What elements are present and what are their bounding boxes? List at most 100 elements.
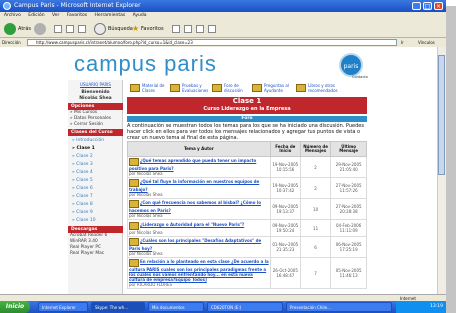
topic-link[interactable]: ¿Qué tal fluye la información en nuestro… bbox=[129, 179, 259, 192]
menu-favoritos[interactable]: Favoritos bbox=[67, 13, 87, 18]
topic-date: 26-Oct-2005 16:48:47 bbox=[269, 257, 301, 289]
preguntas-icon[interactable] bbox=[252, 84, 262, 92]
topic-last: 29-Nov-2005 21:05:40 bbox=[330, 156, 367, 178]
foro-header: Foro bbox=[127, 116, 367, 122]
menu-herramientas[interactable]: Herramientas bbox=[95, 13, 126, 18]
topic-count: 2 bbox=[299, 177, 332, 199]
table-row: ¿Qué tal fluye la información en nuestro… bbox=[127, 177, 367, 199]
material-icon[interactable] bbox=[130, 84, 140, 92]
contact-link[interactable]: Contacto bbox=[352, 75, 368, 79]
search-label[interactable]: Búsqueda bbox=[108, 25, 133, 33]
menu-edicion[interactable]: Edición bbox=[28, 13, 44, 18]
course-subtitle: Curso Liderazgo en la Empresa bbox=[203, 106, 291, 112]
col-ultimo: Último Mensaje bbox=[330, 141, 367, 157]
ie-icon bbox=[3, 2, 11, 10]
foro-icon[interactable] bbox=[212, 84, 222, 92]
history-icon[interactable] bbox=[184, 25, 192, 33]
menu-ayuda[interactable]: Ayuda bbox=[133, 13, 147, 18]
topic-link[interactable]: En relación a lo planteado en esta clase… bbox=[129, 259, 269, 282]
menu-ver[interactable]: Ver bbox=[52, 13, 59, 18]
menu-material[interactable]: Material de Clases bbox=[142, 83, 168, 93]
task-internet-explorer[interactable]: Internet Explorer bbox=[38, 302, 88, 312]
topic-author: por Nicolás Shea bbox=[129, 213, 163, 218]
topic-author: por Nicolás Shea bbox=[129, 192, 163, 197]
scrollbar-thumb[interactable] bbox=[438, 55, 445, 175]
sidebar-item-clase-8[interactable]: » Clase 8 bbox=[68, 201, 123, 209]
sidebar-item-clase-1[interactable]: » Clase 1 bbox=[68, 145, 123, 153]
links-button[interactable]: Vínculos bbox=[418, 38, 435, 47]
topic-count: 10 bbox=[299, 198, 332, 220]
start-button[interactable]: Inicio bbox=[0, 301, 30, 313]
topic-link[interactable]: ¿Liderazgo o Autoridad para el "Nuevo Pa… bbox=[140, 222, 244, 227]
topic-author: por Nicolás Shea bbox=[129, 171, 163, 176]
search-icon[interactable] bbox=[94, 23, 106, 35]
topic-icon bbox=[129, 259, 139, 267]
go-button[interactable]: Ir bbox=[401, 38, 404, 47]
sidebar-item-introduccion[interactable]: » Introducción bbox=[68, 137, 123, 145]
sidebar-item-clase-4[interactable]: » Clase 4 bbox=[68, 169, 123, 177]
topic-last: 06-Nov-2005 17:25:19 bbox=[330, 236, 367, 258]
sidebar-item-clase-3[interactable]: » Clase 3 bbox=[68, 161, 123, 169]
topic-author: por RICARDO FLORES bbox=[129, 282, 173, 287]
forum-table: Tema y Autor Fecha de Inicio Número de M… bbox=[127, 141, 367, 289]
site-logo[interactable]: campus paris bbox=[74, 51, 217, 77]
favorites-icon[interactable]: ★ bbox=[132, 25, 139, 33]
task-cd-drive[interactable]: CD620TON (E:) bbox=[207, 302, 283, 312]
status-bar: Internet bbox=[0, 294, 446, 301]
pruebas-icon[interactable] bbox=[170, 84, 180, 92]
back-label[interactable]: Atrás bbox=[18, 25, 31, 33]
close-button[interactable]: × bbox=[434, 2, 443, 10]
sidebar-item-clase-10[interactable]: » Clase 10 bbox=[68, 217, 123, 225]
back-icon[interactable] bbox=[4, 23, 16, 35]
refresh-icon[interactable] bbox=[66, 25, 74, 33]
sidebar-item-clase-7[interactable]: » Clase 7 bbox=[68, 193, 123, 201]
address-input[interactable]: http://www.campusparis.cl/intranet/alumn… bbox=[27, 39, 397, 46]
topic-link[interactable]: ¿Cuáles son los principales "Desafíos Ad… bbox=[129, 238, 261, 251]
sidebar-item-clase-6[interactable]: » Clase 6 bbox=[68, 185, 123, 193]
welcome-text: Bienvenido Nicolás Shea bbox=[79, 90, 112, 101]
menu-libros[interactable]: Libros y otros recomendados bbox=[308, 83, 342, 93]
topic-date: 19-Nov-2005 10:15:56 bbox=[269, 156, 301, 178]
menu-archivo[interactable]: Archivo bbox=[4, 13, 21, 18]
table-row: ¿Liderazgo o Autoridad para el "Nuevo Pa… bbox=[127, 219, 367, 237]
topic-date: 09-Nov-2005 19:50:24 bbox=[269, 219, 301, 237]
topic-count: 6 bbox=[299, 236, 332, 258]
favorites-label[interactable]: Favoritos bbox=[141, 25, 164, 33]
topic-last: 04-Feb-2006 11:11:09 bbox=[330, 219, 367, 237]
media-icon[interactable] bbox=[172, 25, 180, 33]
topic-author: por Nicolás Shea bbox=[129, 229, 163, 235]
maximize-button[interactable]: □ bbox=[423, 2, 432, 10]
topic-author: por Nicolás Shea bbox=[129, 251, 163, 256]
topic-date: 09-Nov-2005 19:13:37 bbox=[269, 198, 301, 220]
topic-link[interactable]: ¿Con qué frecuencia nos sabemos al bisba… bbox=[129, 200, 261, 213]
sidebar-item-cerrar[interactable]: » Cerrar Sesión bbox=[70, 122, 122, 128]
window-shadow bbox=[446, 6, 456, 313]
task-presentacion[interactable]: Presentación Chile... bbox=[286, 302, 392, 312]
libros-icon[interactable] bbox=[296, 84, 306, 92]
sidebar-item-clase-5[interactable]: » Clase 5 bbox=[68, 177, 123, 185]
menu-pruebas[interactable]: Pruebas y Evaluaciones bbox=[182, 83, 212, 93]
topic-last: 27-Nov-2005 20:28:38 bbox=[330, 198, 367, 220]
menu-preguntas[interactable]: Preguntas al Ayudante bbox=[264, 83, 292, 93]
topic-link[interactable]: ¿Qué temas aprendido que pueda tener un … bbox=[129, 158, 256, 171]
topic-count: 11 bbox=[299, 219, 332, 237]
download-realplayer-mac[interactable]: Real Player Mac bbox=[70, 251, 122, 257]
col-tema: Tema y Autor bbox=[127, 141, 271, 157]
task-mis-documentos[interactable]: Mis documentos bbox=[148, 302, 204, 312]
topic-count: 2 bbox=[299, 156, 332, 178]
sidebar-item-clase-9[interactable]: » Clase 9 bbox=[68, 209, 123, 217]
menu-foro[interactable]: Foro de discusión bbox=[224, 83, 248, 93]
mail-icon[interactable] bbox=[196, 25, 204, 33]
minimize-button[interactable]: _ bbox=[412, 2, 421, 10]
stop-icon[interactable] bbox=[54, 25, 62, 33]
print-icon[interactable] bbox=[208, 25, 216, 33]
sidebar-item-clase-2[interactable]: » Clase 2 bbox=[68, 153, 123, 161]
home-icon[interactable] bbox=[78, 25, 86, 33]
menu-bar: Archivo Edición Ver Favoritos Herramient… bbox=[0, 12, 446, 20]
forward-icon[interactable] bbox=[34, 23, 46, 35]
user-label[interactable]: USUARIO PARIS bbox=[68, 82, 123, 87]
topic-icon bbox=[129, 179, 139, 187]
system-tray-clock: 13:19 bbox=[396, 301, 446, 313]
task-skype[interactable]: Skype: The wh... bbox=[91, 302, 145, 312]
col-fecha: Fecha de Inicio bbox=[269, 141, 301, 157]
